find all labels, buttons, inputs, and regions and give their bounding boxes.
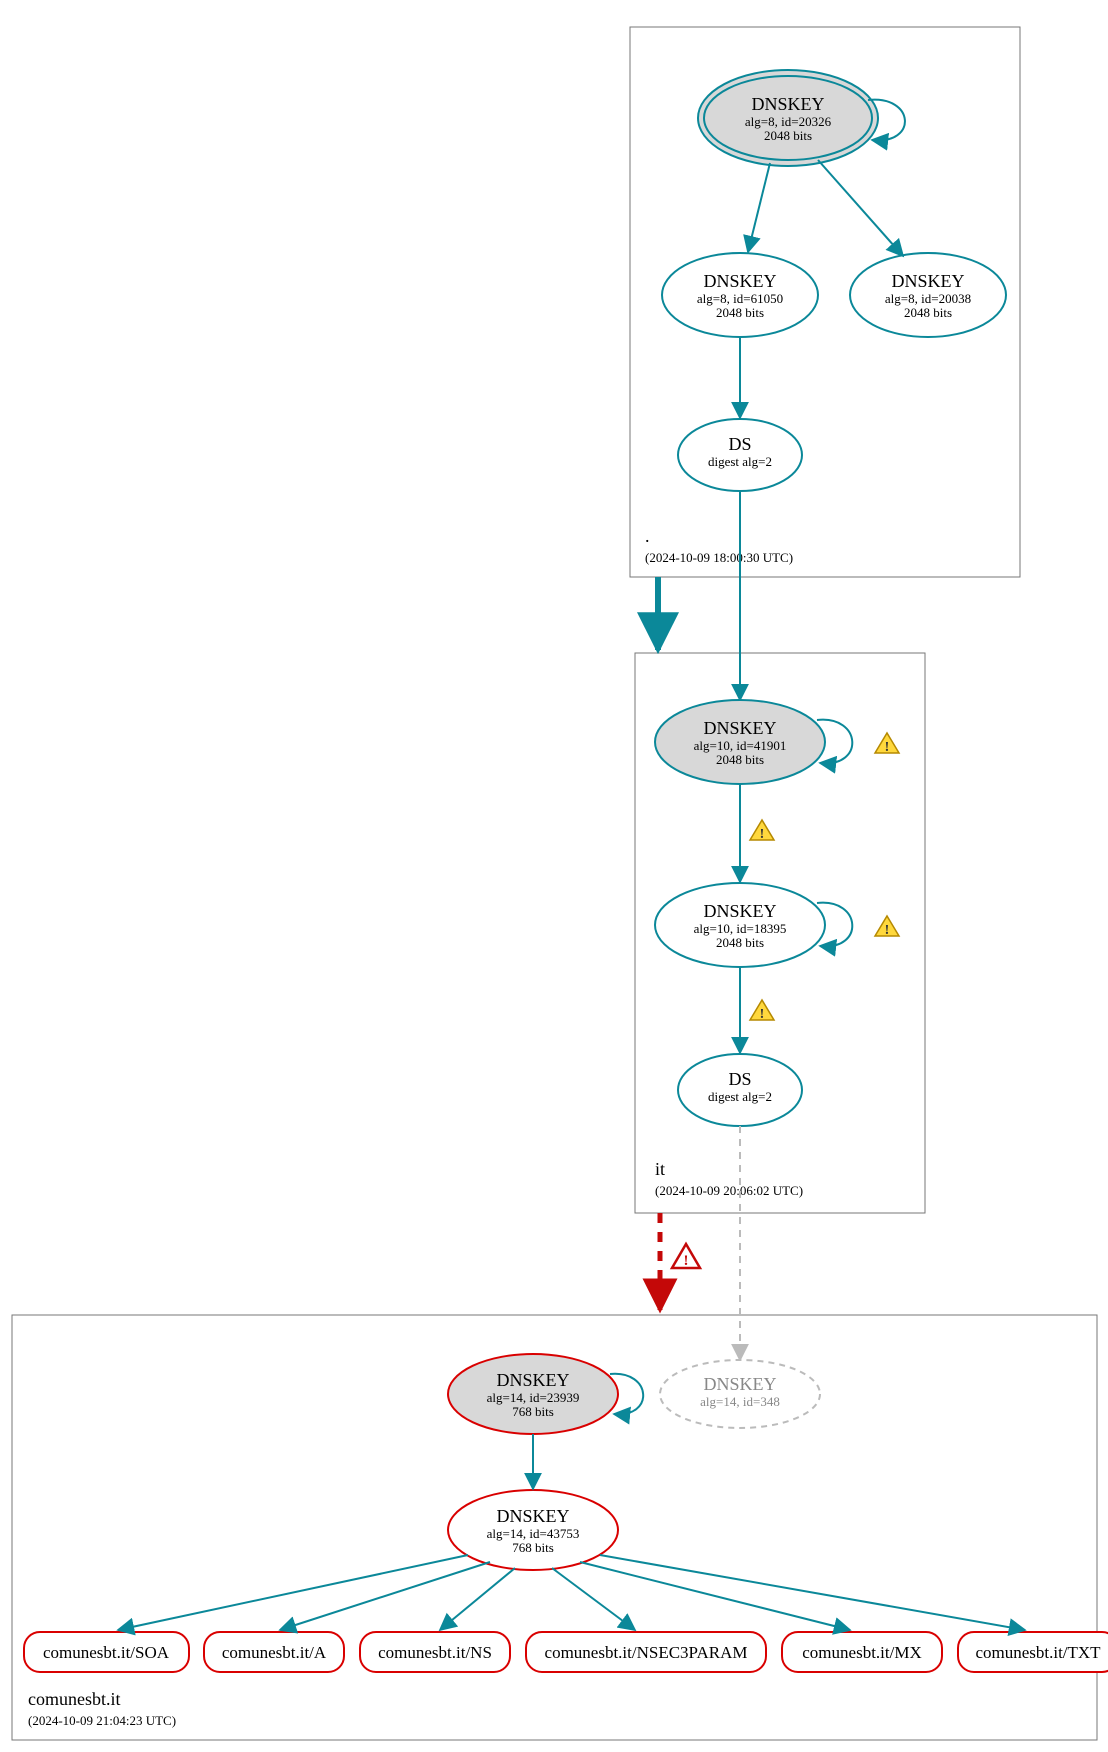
node-root-ds: DS digest alg=2 <box>678 419 802 491</box>
node-root-ksk: DNSKEY alg=8, id=20326 2048 bits <box>698 70 878 166</box>
dnssec-chain-diagram: . (2024-10-09 18:00:30 UTC) it (2024-10-… <box>0 0 1108 1752</box>
svg-text:DNSKEY: DNSKEY <box>496 1370 569 1390</box>
node-it-ds: DS digest alg=2 <box>678 1054 802 1126</box>
zone-root-time: (2024-10-09 18:00:30 UTC) <box>645 550 793 565</box>
edge-rootksk-zsk1 <box>748 163 770 252</box>
warn-icon: ! <box>875 916 899 938</box>
svg-text:alg=14, id=348: alg=14, id=348 <box>700 1394 780 1409</box>
svg-text:alg=8, id=20326: alg=8, id=20326 <box>745 114 832 129</box>
edge-zsk-txt <box>600 1555 1025 1630</box>
svg-text:DS: DS <box>728 1069 751 1089</box>
rr-txt: comunesbt.it/TXT <box>958 1632 1108 1672</box>
svg-text:comunesbt.it/NS: comunesbt.it/NS <box>378 1643 492 1662</box>
svg-text:!: ! <box>684 1253 689 1269</box>
svg-text:2048 bits: 2048 bits <box>716 752 764 767</box>
edge-zsk-soa <box>118 1555 468 1630</box>
svg-text:digest alg=2: digest alg=2 <box>708 454 772 469</box>
svg-text:!: ! <box>885 923 890 938</box>
svg-text:768 bits: 768 bits <box>512 1540 554 1555</box>
zone-it-label: it <box>655 1159 665 1179</box>
svg-text:alg=14, id=43753: alg=14, id=43753 <box>487 1526 580 1541</box>
svg-text:2048 bits: 2048 bits <box>764 128 812 143</box>
svg-text:alg=8, id=20038: alg=8, id=20038 <box>885 291 971 306</box>
warn-icon: ! <box>750 820 774 842</box>
zone-domain-time: (2024-10-09 21:04:23 UTC) <box>28 1713 176 1728</box>
svg-text:2048 bits: 2048 bits <box>716 305 764 320</box>
svg-text:comunesbt.it/NSEC3PARAM: comunesbt.it/NSEC3PARAM <box>545 1643 748 1662</box>
svg-text:comunesbt.it/MX: comunesbt.it/MX <box>802 1643 921 1662</box>
svg-text:!: ! <box>760 1007 765 1022</box>
rr-soa: comunesbt.it/SOA <box>24 1632 189 1672</box>
error-icon: ! <box>672 1244 700 1269</box>
node-root-zsk1: DNSKEY alg=8, id=61050 2048 bits <box>662 253 818 337</box>
node-it-zsk: DNSKEY alg=10, id=18395 2048 bits <box>655 883 825 967</box>
svg-text:!: ! <box>760 827 765 842</box>
svg-text:!: ! <box>885 740 890 755</box>
svg-text:comunesbt.it/A: comunesbt.it/A <box>222 1643 327 1662</box>
node-root-zsk2: DNSKEY alg=8, id=20038 2048 bits <box>850 253 1006 337</box>
rr-a: comunesbt.it/A <box>204 1632 344 1672</box>
svg-text:digest alg=2: digest alg=2 <box>708 1089 772 1104</box>
svg-text:DNSKEY: DNSKEY <box>496 1506 569 1526</box>
svg-text:DNSKEY: DNSKEY <box>891 271 964 291</box>
zone-it-time: (2024-10-09 20:06:02 UTC) <box>655 1183 803 1198</box>
svg-text:DNSKEY: DNSKEY <box>703 1374 776 1394</box>
svg-text:alg=8, id=61050: alg=8, id=61050 <box>697 291 783 306</box>
edge-rootksk-zsk2 <box>818 160 903 256</box>
node-dom-ksk: DNSKEY alg=14, id=23939 768 bits <box>448 1354 618 1434</box>
warn-icon: ! <box>750 1000 774 1022</box>
svg-text:comunesbt.it/SOA: comunesbt.it/SOA <box>43 1643 170 1662</box>
svg-text:2048 bits: 2048 bits <box>716 935 764 950</box>
node-dom-ghost: DNSKEY alg=14, id=348 <box>660 1360 820 1428</box>
svg-text:alg=10, id=18395: alg=10, id=18395 <box>694 921 787 936</box>
rr-mx: comunesbt.it/MX <box>782 1632 942 1672</box>
svg-text:768 bits: 768 bits <box>512 1404 554 1419</box>
svg-text:DNSKEY: DNSKEY <box>703 901 776 921</box>
rr-ns: comunesbt.it/NS <box>360 1632 510 1672</box>
node-it-ksk: DNSKEY alg=10, id=41901 2048 bits <box>655 700 825 784</box>
svg-text:DNSKEY: DNSKEY <box>751 94 824 114</box>
node-dom-zsk: DNSKEY alg=14, id=43753 768 bits <box>448 1490 618 1570</box>
warn-icon: ! <box>875 733 899 755</box>
edge-zsk-nsec3 <box>552 1568 635 1630</box>
zone-root-label: . <box>645 526 650 546</box>
svg-text:comunesbt.it/TXT: comunesbt.it/TXT <box>975 1643 1101 1662</box>
svg-text:2048 bits: 2048 bits <box>904 305 952 320</box>
svg-text:DNSKEY: DNSKEY <box>703 718 776 738</box>
zone-domain-label: comunesbt.it <box>28 1689 121 1709</box>
svg-text:DS: DS <box>728 434 751 454</box>
svg-text:alg=10, id=41901: alg=10, id=41901 <box>694 738 787 753</box>
rr-nsec3: comunesbt.it/NSEC3PARAM <box>526 1632 766 1672</box>
svg-text:DNSKEY: DNSKEY <box>703 271 776 291</box>
svg-text:alg=14, id=23939: alg=14, id=23939 <box>487 1390 580 1405</box>
edge-zsk-ns <box>440 1568 515 1630</box>
